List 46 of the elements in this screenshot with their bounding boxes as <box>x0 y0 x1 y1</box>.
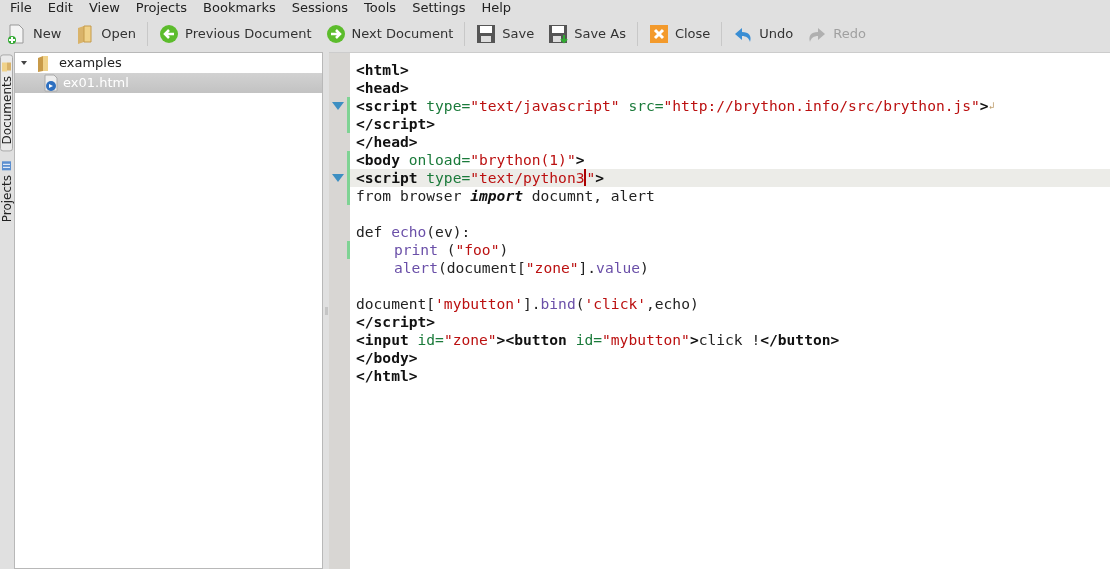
project-icon <box>1 160 12 172</box>
side-tab[interactable]: Documents <box>0 54 13 152</box>
code-line: </script> <box>355 313 437 331</box>
menu-item[interactable]: File <box>2 1 40 15</box>
toolbar-button[interactable]: Save As <box>541 21 633 47</box>
tree-item[interactable]: examples <box>15 53 322 73</box>
folder-icon <box>35 54 51 72</box>
toolbar-button[interactable]: New <box>0 21 69 47</box>
code-line: alert(document["zone"].value) <box>393 259 650 277</box>
web-file-icon <box>43 74 59 92</box>
code-line: print ("foo") <box>393 241 510 259</box>
toolbar-button[interactable]: Save <box>469 21 542 47</box>
code-line: <input id="zone"><button id="mybutton">click !</button> <box>355 331 841 349</box>
code-line: </body> <box>355 349 419 367</box>
code-line: from browser import documnt, alert <box>355 187 656 205</box>
code-line: </html> <box>355 367 419 385</box>
menu-item[interactable]: Help <box>473 1 520 15</box>
code-line: </script> <box>355 115 437 133</box>
close-icon <box>648 24 669 44</box>
code-line: document['mybutton'].bind('click',echo) <box>355 295 700 313</box>
code-line: <script type="text/javascript" src="http://brython.info/src/brython.js">↲ <box>355 97 996 115</box>
menu-item[interactable]: Sessions <box>283 1 357 15</box>
folder-icon <box>1 61 12 72</box>
toolbar-button[interactable]: Open <box>68 21 144 47</box>
tree-label: ex01.html <box>63 74 129 93</box>
code-line: <head> <box>355 79 410 97</box>
menu-item[interactable]: Settings <box>404 1 474 15</box>
splitter-handle-icon <box>324 306 328 315</box>
code-line: <html> <box>355 61 410 79</box>
menu-item[interactable]: Tools <box>356 1 405 15</box>
code-line: </head> <box>355 133 419 151</box>
tree-label: examples <box>59 54 122 73</box>
toolbar-button[interactable]: Undo <box>726 21 801 47</box>
menu-item[interactable]: Edit <box>39 1 81 15</box>
side-tab[interactable]: Projects <box>0 153 13 230</box>
menu-item[interactable]: Projects <box>127 1 196 15</box>
toolbar-button[interactable]: Close <box>641 21 718 47</box>
fold-marker-icon[interactable] <box>332 102 344 110</box>
menu-item[interactable]: Bookmarks <box>195 1 284 15</box>
fold-marker-icon[interactable] <box>332 174 344 182</box>
toolbar-button[interactable]: Previous Document <box>152 21 319 47</box>
toolbar-button[interactable]: Next Document <box>318 21 461 47</box>
code-line: def echo(ev): <box>355 223 472 241</box>
document-plus-icon <box>7 24 27 44</box>
code-line: <body onload="brython(1)"> <box>355 151 586 169</box>
menu-item[interactable]: View <box>80 1 128 15</box>
